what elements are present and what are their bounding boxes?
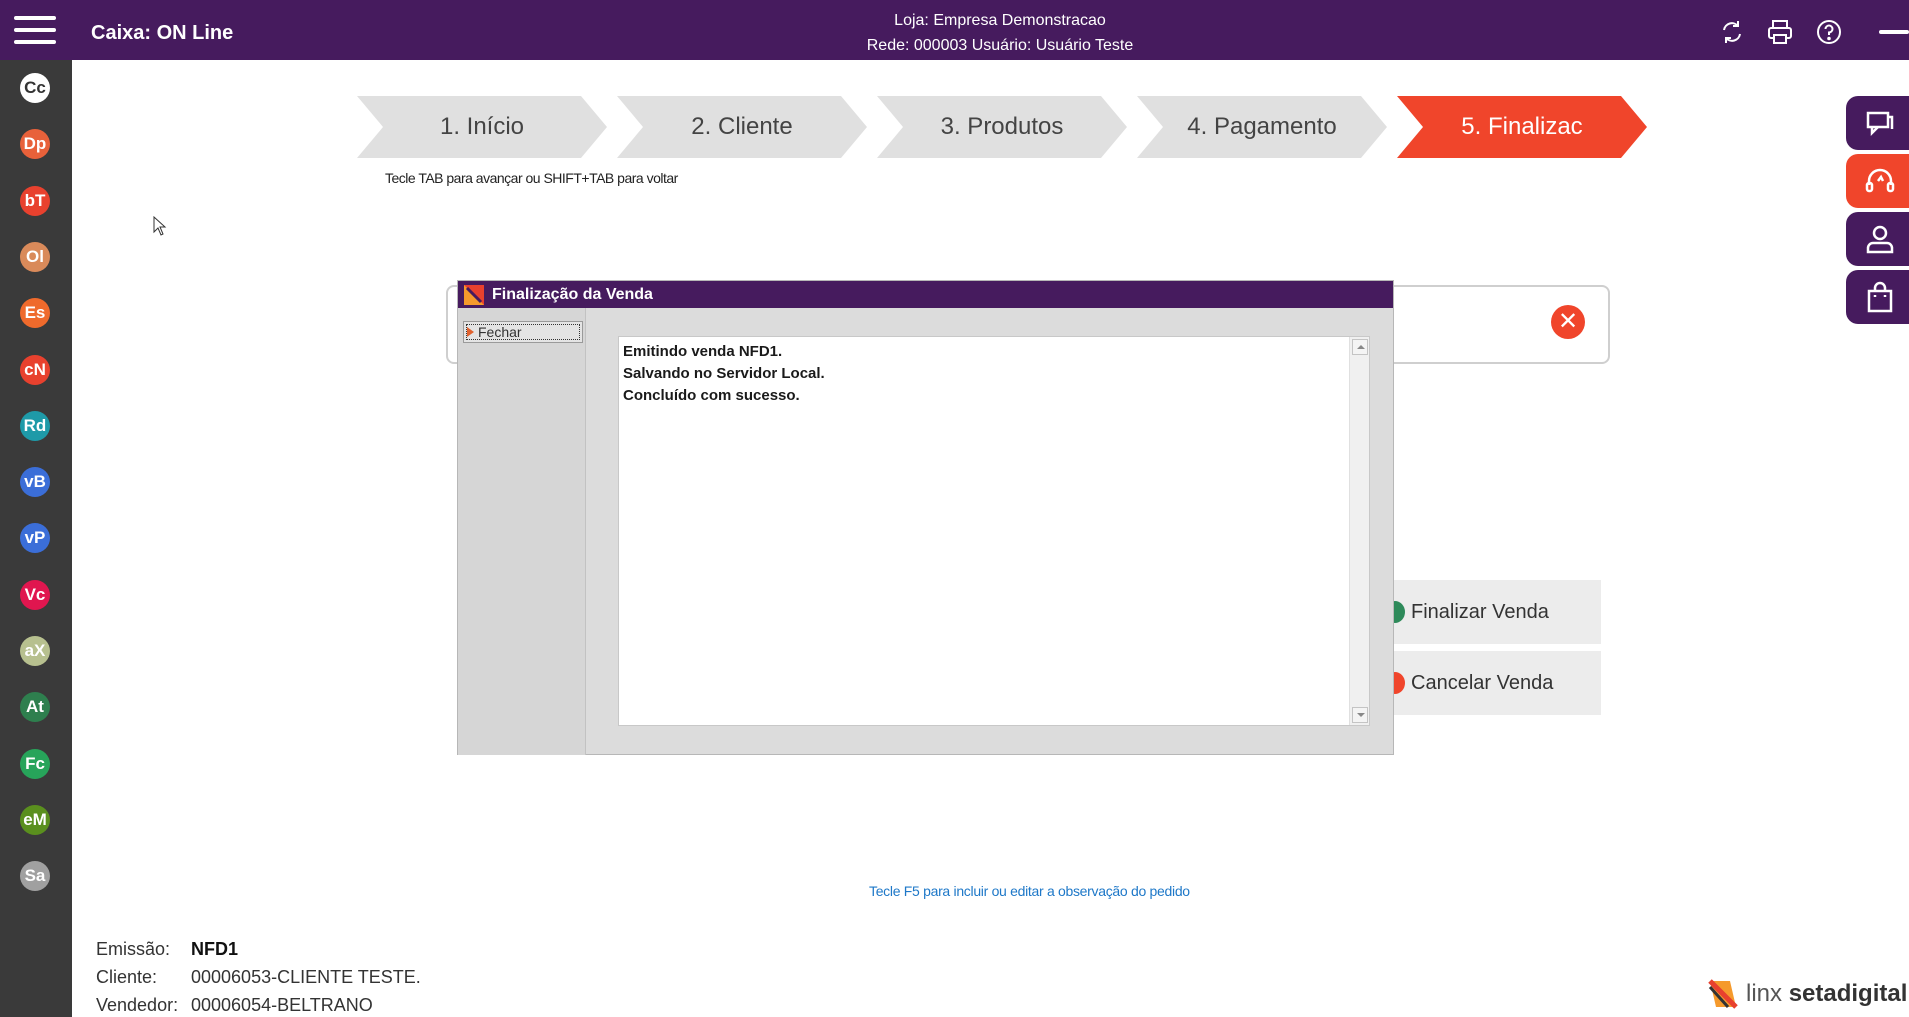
customer-tab[interactable] <box>1846 212 1909 266</box>
app-logo-icon <box>464 285 484 305</box>
sidebar-item-vb[interactable]: vB <box>20 467 50 498</box>
log-text: Emitindo venda NFD1. Salvando no Servido… <box>623 341 825 407</box>
brand-logo-icon <box>1708 979 1738 1009</box>
chat-icon <box>1866 111 1894 137</box>
finalization-dialog: Finalização da Venda Fechar Emitindo ven… <box>457 280 1394 755</box>
sidebar-item-cn[interactable]: cN <box>20 354 50 385</box>
sidebar-item-sa[interactable]: Sa <box>20 861 50 892</box>
cancel-sale-label: Cancelar Venda <box>1411 672 1554 694</box>
chat-tab[interactable] <box>1846 96 1909 150</box>
customer-value: 00006053-CLIENTE TESTE. <box>191 967 421 987</box>
sidebar-item-es[interactable]: Es <box>20 298 50 329</box>
network-user-line: Rede: 000003 Usuário: Usuário Teste <box>866 37 1134 54</box>
log-line: Emitindo venda NFD1. <box>623 343 783 360</box>
log-scrollbar[interactable] <box>1349 337 1369 725</box>
brand-part2: setadigital <box>1788 980 1908 1007</box>
arrow-right-icon <box>467 327 474 337</box>
sidebar-item-vp[interactable]: vP <box>20 523 50 554</box>
f5-hint: Tecle F5 para incluir ou editar a observ… <box>869 883 1190 899</box>
sidebar-item-ax[interactable]: aX <box>20 636 50 666</box>
sidebar-item-ol[interactable]: Ol <box>20 241 50 272</box>
person-icon <box>1866 225 1894 254</box>
sidebar: Cc Dp bT Ol Es cN Rd vB vP Vc aX At Fc eM Sa <box>0 60 72 1017</box>
sidebar-item-em[interactable]: eM <box>20 804 50 835</box>
step-3[interactable]: 3. Produtos <box>877 96 1127 158</box>
store-info: Loja: Empresa Demonstracao Rede: 000003 … <box>800 8 1200 58</box>
log-line: Concluído com sucesso. <box>623 387 800 404</box>
sidebar-item-rd[interactable]: Rd <box>20 410 50 441</box>
support-tab[interactable] <box>1846 154 1909 208</box>
sync-icon[interactable] <box>1718 18 1746 46</box>
sidebar-item-at[interactable]: At <box>20 692 50 723</box>
step-hint: Tecle TAB para avançar ou SHIFT+TAB para… <box>385 170 678 186</box>
store-line: Loja: Empresa Demonstracao <box>894 12 1106 29</box>
minimize-icon[interactable] <box>1879 30 1909 34</box>
scroll-up-icon[interactable] <box>1352 339 1368 355</box>
step-2[interactable]: 2. Cliente <box>617 96 867 158</box>
sidebar-item-fc[interactable]: Fc <box>20 748 50 779</box>
close-dialog-button[interactable]: Fechar <box>463 321 583 343</box>
close-icon[interactable]: ✕ <box>1551 305 1585 339</box>
printer-icon[interactable] <box>1766 18 1794 46</box>
dialog-title: Finalização da Venda <box>492 286 653 303</box>
close-dialog-label: Fechar <box>478 324 522 340</box>
finalize-sale-label: Finalizar Venda <box>1411 601 1549 623</box>
brand-part1: linx <box>1746 980 1789 1007</box>
menu-icon[interactable] <box>14 16 56 48</box>
sidebar-item-bt[interactable]: bT <box>20 185 50 216</box>
mouse-cursor-icon <box>153 216 167 236</box>
log-line: Salvando no Servidor Local. <box>623 365 825 382</box>
emission-label: Emissão: <box>96 939 171 959</box>
emission-value: NFD1 <box>191 939 239 959</box>
customer-label: Cliente: <box>96 967 158 987</box>
cart-tab[interactable] <box>1846 270 1909 324</box>
sidebar-item-dp[interactable]: Dp <box>20 129 50 160</box>
headset-icon <box>1865 168 1895 193</box>
cancel-sale-button[interactable]: Cancelar Venda <box>1385 651 1601 715</box>
dialog-side-panel: Fechar <box>458 308 586 755</box>
shopping-bag-icon <box>1867 281 1893 313</box>
scroll-down-icon[interactable] <box>1352 707 1368 723</box>
dialog-title-bar: Finalização da Venda <box>458 281 1393 308</box>
step-4[interactable]: 4. Pagamento <box>1137 96 1387 158</box>
top-bar: Caixa: ON Line Loja: Empresa Demonstraca… <box>0 0 1909 60</box>
seller-value: 00006054-BELTRANO <box>191 995 373 1015</box>
finalize-sale-button[interactable]: Finalizar Venda <box>1385 580 1601 644</box>
sidebar-item-vc[interactable]: Vc <box>20 579 50 610</box>
step-5[interactable]: 5. Finalizac <box>1397 96 1647 158</box>
sidebar-item-cc[interactable]: Cc <box>20 73 50 103</box>
log-textarea[interactable]: Emitindo venda NFD1. Salvando no Servido… <box>618 336 1370 726</box>
seller-label: Vendedor: <box>96 995 179 1015</box>
help-icon[interactable] <box>1815 18 1843 46</box>
app-title: Caixa: ON Line <box>91 22 234 44</box>
step-1[interactable]: 1. Início <box>357 96 607 158</box>
brand-name: linx setadigital <box>1746 980 1907 1008</box>
